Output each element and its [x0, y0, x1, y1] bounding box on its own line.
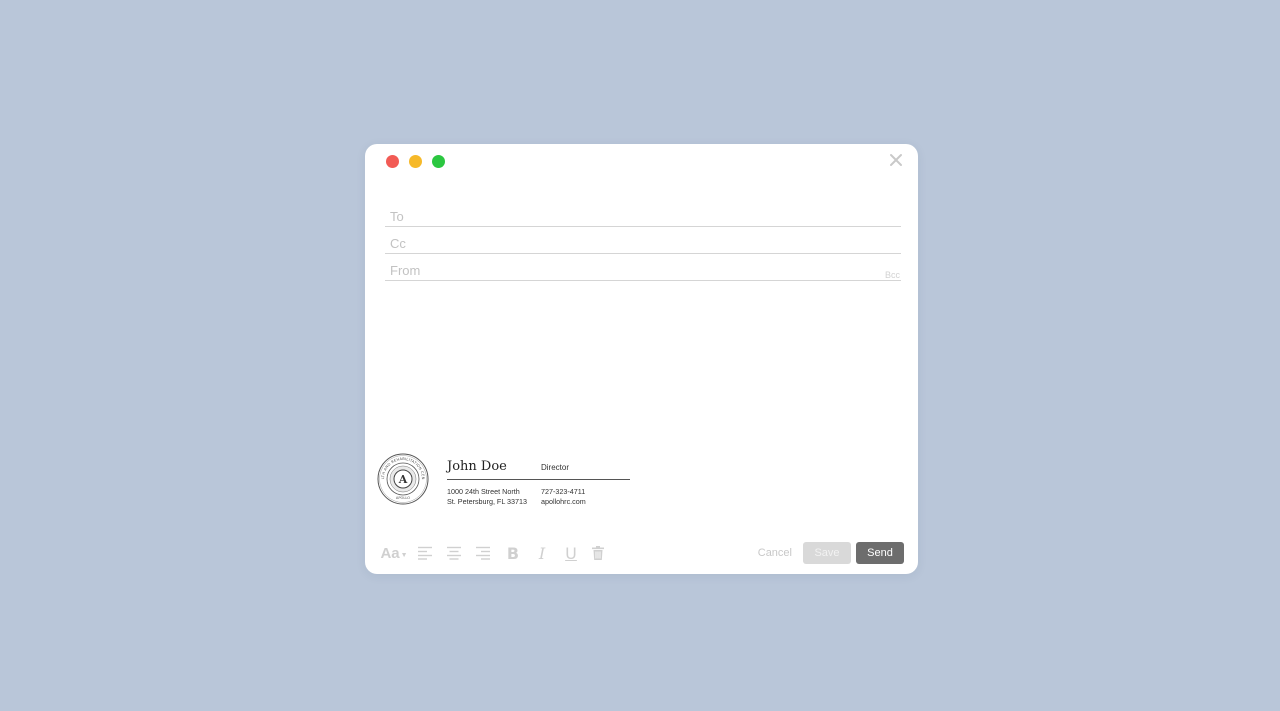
- underline-icon[interactable]: U: [563, 544, 579, 563]
- address-line-1: 1000 24th Street North: [447, 487, 520, 496]
- signature-contact: 727-323-4711 apollohrc.com: [541, 487, 586, 506]
- send-button[interactable]: Send: [856, 542, 904, 564]
- bcc-toggle[interactable]: Bcc: [885, 270, 900, 280]
- close-x-glyph: [890, 154, 902, 166]
- zoom-window-button[interactable]: [432, 155, 445, 168]
- italic-icon[interactable]: I: [534, 544, 550, 563]
- align-right-glyph: [476, 546, 490, 560]
- message-body[interactable]: [385, 284, 901, 444]
- close-window-button[interactable]: [386, 155, 399, 168]
- from-input[interactable]: [385, 258, 901, 282]
- signature-name: John Doe: [447, 459, 507, 474]
- compose-window: Bcc A HEALTH AND REHABILITATION CENTER A…: [365, 144, 918, 574]
- svg-text:APOLLO: APOLLO: [396, 496, 410, 500]
- window-controls: [386, 155, 445, 168]
- address-fields: Bcc: [385, 201, 901, 282]
- signature-address: 1000 24th Street North St. Petersburg, F…: [447, 487, 527, 506]
- align-left-icon[interactable]: [418, 546, 432, 560]
- apollo-seal-logo: A HEALTH AND REHABILITATION CENTER APOLL…: [377, 453, 429, 505]
- cc-field-row: [385, 228, 901, 255]
- compose-actions: Cancel Save Send: [758, 542, 904, 564]
- trash-icon[interactable]: [592, 546, 604, 560]
- minimize-window-button[interactable]: [409, 155, 422, 168]
- cc-input[interactable]: [385, 231, 901, 255]
- font-label: Aa: [380, 544, 400, 562]
- signature-divider: [447, 479, 630, 480]
- align-right-icon[interactable]: [476, 546, 490, 560]
- to-field-row: [385, 201, 901, 228]
- save-button[interactable]: Save: [803, 542, 851, 564]
- font-menu-button[interactable]: Aa ▼: [379, 545, 409, 562]
- align-center-icon[interactable]: [447, 546, 461, 560]
- chevron-down-icon: ▼: [400, 551, 408, 559]
- signature-title: Director: [541, 463, 570, 472]
- signature-website[interactable]: apollohrc.com: [541, 497, 586, 507]
- align-center-glyph: [447, 546, 461, 560]
- trash-glyph: [592, 546, 604, 560]
- cancel-button[interactable]: Cancel: [758, 547, 792, 559]
- svg-text:A: A: [398, 473, 408, 486]
- align-left-glyph: [418, 546, 432, 560]
- bold-icon[interactable]: B: [505, 544, 521, 563]
- to-input[interactable]: [385, 204, 901, 228]
- from-field-row: Bcc: [385, 255, 901, 282]
- signature-phone: 727-323-4711: [541, 487, 586, 496]
- close-x-icon[interactable]: [888, 153, 904, 169]
- formatting-toolbar: Aa ▼ B I U: [379, 542, 604, 564]
- address-line-2: St. Petersburg, FL 33713: [447, 496, 528, 506]
- email-signature: A HEALTH AND REHABILITATION CENTER APOLL…: [377, 453, 637, 513]
